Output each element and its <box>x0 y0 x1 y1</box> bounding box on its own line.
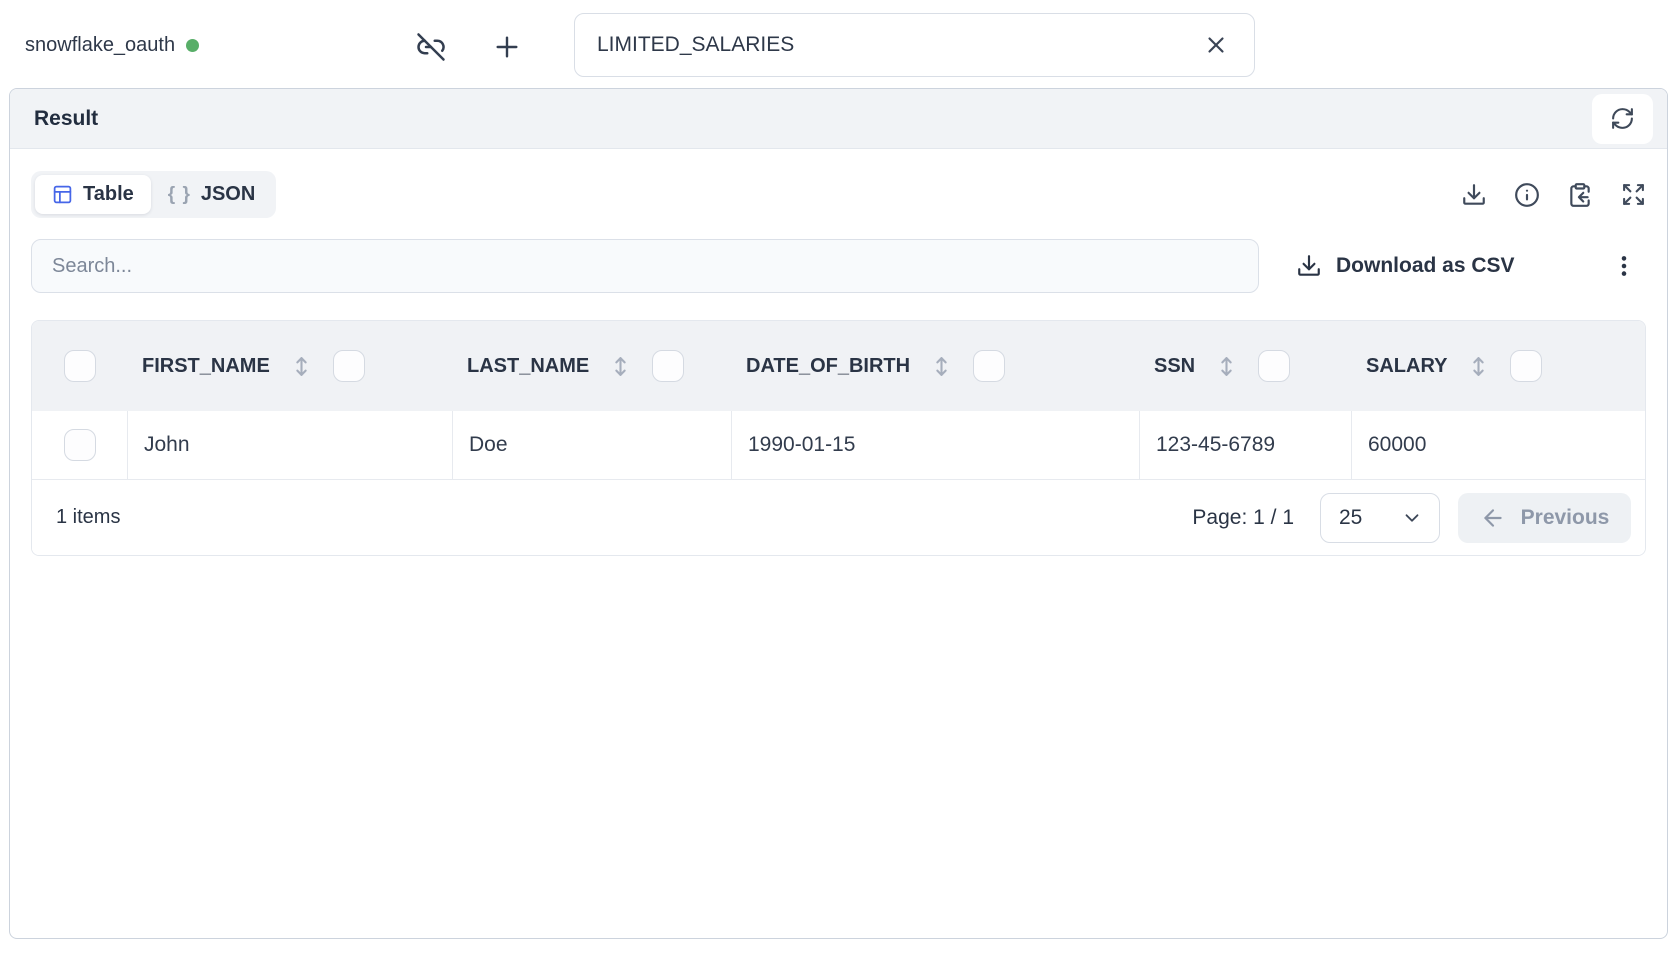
connection-status-dot <box>186 39 199 52</box>
select-all-cell <box>32 321 127 411</box>
table-icon <box>52 184 73 205</box>
column-checkbox[interactable] <box>1510 350 1542 382</box>
query-name-field[interactable] <box>574 13 1255 77</box>
search-input[interactable] <box>31 239 1259 293</box>
column-header-last-name: LAST_NAME <box>452 321 731 411</box>
column-label: FIRST_NAME <box>142 355 270 378</box>
select-all-checkbox[interactable] <box>64 350 96 382</box>
tab-table-label: Table <box>83 183 134 206</box>
kebab-icon <box>1611 253 1637 279</box>
sort-icon[interactable] <box>1214 354 1239 379</box>
sort-icon[interactable] <box>1466 354 1491 379</box>
unlink-icon <box>416 32 446 62</box>
result-panel: Result Table { } JSON <box>9 88 1668 939</box>
cell-first-name: John <box>127 411 452 479</box>
view-toggle: Table { } JSON <box>31 171 276 218</box>
column-header-ssn: SSN <box>1139 321 1351 411</box>
refresh-button[interactable] <box>1592 94 1653 144</box>
column-label: DATE_OF_BIRTH <box>746 355 910 378</box>
disconnect-button[interactable] <box>414 30 448 64</box>
download-csv-button[interactable]: Download as CSV <box>1296 253 1515 279</box>
column-checkbox[interactable] <box>652 350 684 382</box>
fullscreen-button[interactable] <box>1620 182 1646 208</box>
braces-icon: { } <box>168 184 191 206</box>
table-controls: Download as CSV <box>31 239 1646 293</box>
row-select-cell <box>32 411 127 479</box>
top-bar: snowflake_oauth <box>0 0 1680 88</box>
table-header-row: FIRST_NAME LAST_NAME DATE_OF_BIR <box>32 321 1645 411</box>
column-label: SSN <box>1154 355 1195 378</box>
copy-results-button[interactable] <box>1567 182 1593 208</box>
download-icon <box>1461 182 1487 208</box>
column-label: SALARY <box>1366 355 1447 378</box>
row-checkbox[interactable] <box>64 429 96 461</box>
plus-icon <box>491 31 523 63</box>
table-footer: 1 items Page: 1 / 1 25 Previous <box>32 480 1645 555</box>
sort-icon[interactable] <box>289 354 314 379</box>
tab-json[interactable]: { } JSON <box>151 175 273 214</box>
column-header-date-of-birth: DATE_OF_BIRTH <box>731 321 1139 411</box>
column-header-first-name: FIRST_NAME <box>127 321 452 411</box>
expand-icon <box>1621 182 1646 207</box>
table-row[interactable]: John Doe 1990-01-15 123-45-6789 60000 <box>32 411 1645 480</box>
add-tab-button[interactable] <box>490 30 524 64</box>
connection-info[interactable]: snowflake_oauth <box>25 34 199 57</box>
result-panel-header: Result <box>10 89 1667 149</box>
result-toolbar: Table { } JSON <box>31 171 1646 218</box>
query-name-input[interactable] <box>597 33 1202 57</box>
column-checkbox[interactable] <box>1258 350 1290 382</box>
sort-icon[interactable] <box>929 354 954 379</box>
cell-ssn: 123-45-6789 <box>1139 411 1351 479</box>
download-button[interactable] <box>1461 182 1487 208</box>
column-checkbox[interactable] <box>973 350 1005 382</box>
sort-icon[interactable] <box>608 354 633 379</box>
download-icon <box>1296 253 1322 279</box>
chevron-down-icon <box>1401 507 1423 529</box>
previous-page-button[interactable]: Previous <box>1458 493 1631 543</box>
page-size-select[interactable]: 25 <box>1320 493 1440 543</box>
info-icon <box>1514 182 1540 208</box>
connection-name: snowflake_oauth <box>25 34 175 57</box>
results-table: FIRST_NAME LAST_NAME DATE_OF_BIR <box>31 320 1646 556</box>
column-label: LAST_NAME <box>467 355 589 378</box>
tab-json-label: JSON <box>201 183 255 206</box>
download-csv-label: Download as CSV <box>1336 254 1515 278</box>
panel-title: Result <box>34 107 98 131</box>
page-size-value: 25 <box>1339 506 1362 530</box>
refresh-icon <box>1610 106 1635 131</box>
cell-date-of-birth: 1990-01-15 <box>731 411 1139 479</box>
info-button[interactable] <box>1514 182 1540 208</box>
page-indicator: Page: 1 / 1 <box>1192 506 1294 530</box>
items-count: 1 items <box>56 506 120 529</box>
tab-table[interactable]: Table <box>35 175 151 214</box>
result-actions <box>1461 182 1646 208</box>
clipboard-paste-icon <box>1567 182 1593 208</box>
clear-query-button[interactable] <box>1202 31 1230 59</box>
previous-label: Previous <box>1521 506 1610 530</box>
cell-salary: 60000 <box>1351 411 1645 479</box>
arrow-left-icon <box>1480 505 1506 531</box>
column-header-salary: SALARY <box>1351 321 1645 411</box>
more-options-button[interactable] <box>1610 250 1638 282</box>
column-checkbox[interactable] <box>333 350 365 382</box>
cell-last-name: Doe <box>452 411 731 479</box>
